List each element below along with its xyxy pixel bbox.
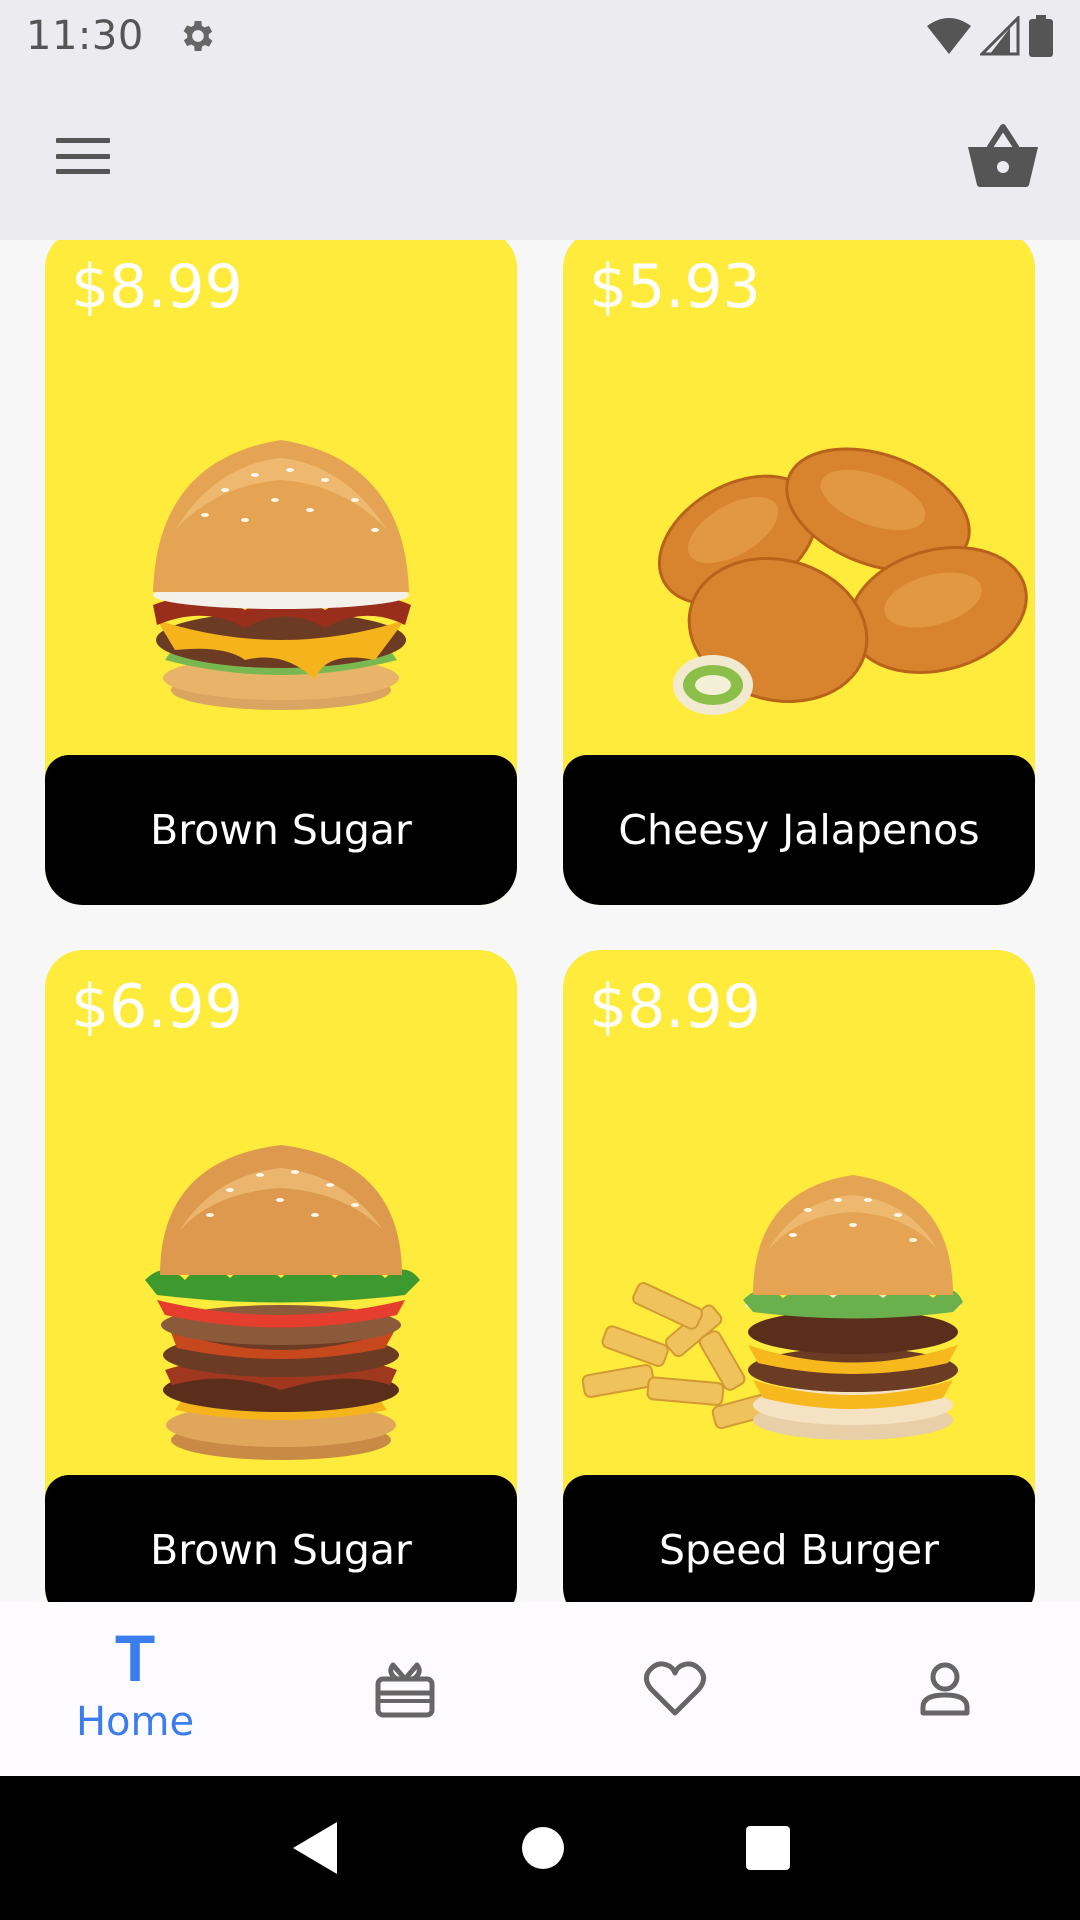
product-list: $8.99 Brown Sugar $5.93 Cheesy Jalapenos… <box>0 240 1080 1602</box>
nav-profile[interactable] <box>810 1602 1080 1776</box>
product-price: $6.99 <box>71 972 243 1042</box>
home-icon: T <box>114 1621 156 1695</box>
status-bar: 11:30 <box>0 0 1080 72</box>
system-navigation-bar <box>0 1776 1080 1920</box>
product-price: $8.99 <box>589 972 761 1042</box>
nav-home-label: Home <box>75 1699 195 1745</box>
nav-favorites[interactable] <box>540 1602 810 1776</box>
back-icon[interactable] <box>289 1820 341 1876</box>
status-icons <box>926 15 1054 57</box>
wifi-icon <box>927 18 971 54</box>
product-card[interactable]: $8.99 <box>45 240 517 905</box>
jalapeno-poppers-image <box>657 447 1028 715</box>
heart-icon <box>643 1661 707 1716</box>
app-screen: 11:30 $8.99 Brown Sugar $5.93 Cheesy Jal… <box>0 0 1080 1920</box>
recents-icon[interactable] <box>745 1825 791 1871</box>
profile-icon <box>920 1662 970 1716</box>
app-bar <box>0 72 1080 240</box>
basket-icon[interactable] <box>966 123 1040 189</box>
burger-with-fries-image <box>581 1175 963 1440</box>
nav-home[interactable]: T Home <box>0 1602 270 1776</box>
product-name: Brown Sugar <box>45 755 517 905</box>
stacked-burger-image <box>145 1145 420 1460</box>
gift-icon <box>375 1662 435 1718</box>
product-name: Brown Sugar <box>45 1475 517 1602</box>
battery-icon <box>1029 15 1053 57</box>
product-price: $5.93 <box>589 252 761 322</box>
product-card[interactable]: $8.99 <box>563 950 1035 1602</box>
home-circle-icon[interactable] <box>520 1825 566 1871</box>
product-price: $8.99 <box>71 252 243 322</box>
product-name: Speed Burger <box>563 1475 1035 1602</box>
nav-gift[interactable] <box>270 1602 540 1776</box>
cellular-icon <box>980 16 1020 56</box>
status-time: 11:30 <box>26 13 144 59</box>
bottom-navigation: T Home <box>0 1602 1080 1776</box>
product-card[interactable]: $6.99 Brown Sugar <box>45 950 517 1602</box>
bacon-cheeseburger-image <box>153 440 411 710</box>
settings-icon <box>183 21 213 51</box>
product-card[interactable]: $5.93 Cheesy Jalapenos <box>563 240 1035 905</box>
product-name: Cheesy Jalapenos <box>563 755 1035 905</box>
menu-icon[interactable] <box>54 134 112 178</box>
product-grid: $8.99 Brown Sugar $5.93 Cheesy Jalapenos… <box>45 240 1035 1602</box>
